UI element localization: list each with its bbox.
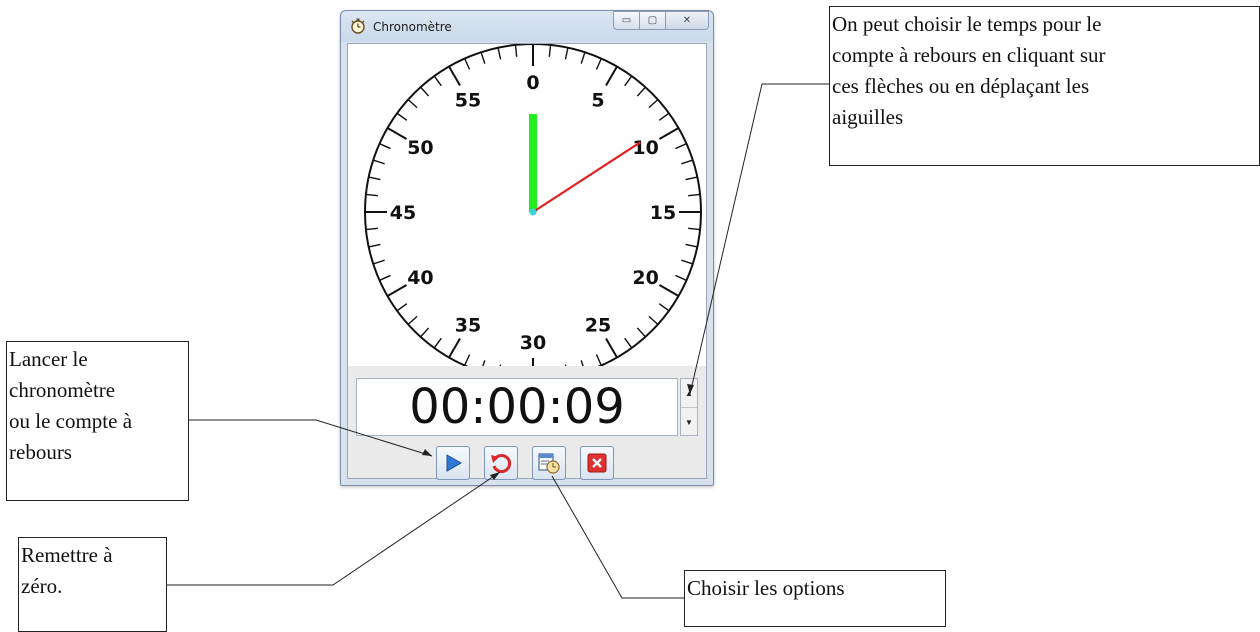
reset-button[interactable]: [484, 446, 518, 480]
minimize-icon: ▭: [621, 15, 632, 26]
time-display[interactable]: 00:00:09: [356, 378, 678, 436]
play-icon: [446, 454, 463, 472]
dial-label-0: 0: [526, 72, 539, 94]
callout-set-countdown-text: On peut choisir le temps pour le compte …: [832, 12, 1106, 129]
chronometre-window: Chronomètre ▭ ▢ ✕ 0 5 10 15 20 25 30 35 40 45 50 55…: [340, 10, 714, 486]
spinner-up-button[interactable]: ▲: [681, 379, 697, 408]
window-title: Chronomètre: [373, 20, 452, 34]
maximize-button[interactable]: ▢: [639, 11, 666, 30]
callout-start: Lancer le chronomètre ou le compte à reb…: [6, 341, 189, 501]
time-spinner: ▲ ▼: [680, 378, 698, 436]
stopwatch-dial[interactable]: 0 5 10 15 20 25 30 35 40 45 50 55: [348, 44, 706, 366]
callout-options: Choisir les options: [684, 570, 946, 627]
dial-label-50: 50: [407, 137, 433, 159]
callout-reset-text: Remettre à zéro.: [21, 543, 113, 598]
minimize-button[interactable]: ▭: [613, 11, 640, 30]
dial-label-40: 40: [407, 267, 433, 289]
dial-label-15: 15: [650, 202, 676, 224]
dial-label-30: 30: [520, 332, 546, 354]
maximize-icon: ▢: [647, 15, 658, 26]
close-window-button[interactable]: ✕: [665, 11, 709, 30]
time-readout: 00:00:09: [409, 379, 625, 435]
stopwatch-icon: [351, 18, 365, 34]
close-window-icon: ✕: [682, 15, 692, 26]
callout-set-countdown: On peut choisir le temps pour le compte …: [829, 6, 1260, 166]
dial-label-35: 35: [455, 315, 481, 337]
close-app-button[interactable]: [580, 446, 614, 480]
options-button[interactable]: [532, 446, 566, 480]
dial-center: [529, 208, 537, 216]
dial-label-25: 25: [585, 315, 611, 337]
dial-label-20: 20: [632, 267, 658, 289]
arrow-up-icon: ▲: [685, 388, 693, 398]
dial-label-10: 10: [632, 137, 658, 159]
reset-icon: [491, 454, 512, 473]
callout-options-text: Choisir les options: [687, 576, 845, 600]
arrow-down-icon: ▼: [685, 417, 693, 427]
close-icon: [587, 453, 607, 473]
window-controls: ▭ ▢ ✕: [613, 11, 709, 30]
options-icon: [538, 453, 560, 474]
title-bar[interactable]: Chronomètre ▭ ▢ ✕: [341, 11, 713, 43]
callout-reset: Remettre à zéro.: [18, 537, 167, 632]
start-button[interactable]: [436, 446, 470, 480]
spinner-down-button[interactable]: ▼: [681, 408, 697, 436]
dial-panel[interactable]: 0 5 10 15 20 25 30 35 40 45 50 55: [348, 44, 706, 366]
dial-label-45: 45: [390, 202, 416, 224]
callout-start-text: Lancer le chronomètre ou le compte à reb…: [9, 347, 133, 464]
dial-label-5: 5: [591, 89, 604, 111]
dial-label-55: 55: [455, 89, 481, 111]
window-client-area: 0 5 10 15 20 25 30 35 40 45 50 55 00:00:09 ▲ ▼: [347, 43, 707, 480]
toolbar: [436, 446, 614, 480]
